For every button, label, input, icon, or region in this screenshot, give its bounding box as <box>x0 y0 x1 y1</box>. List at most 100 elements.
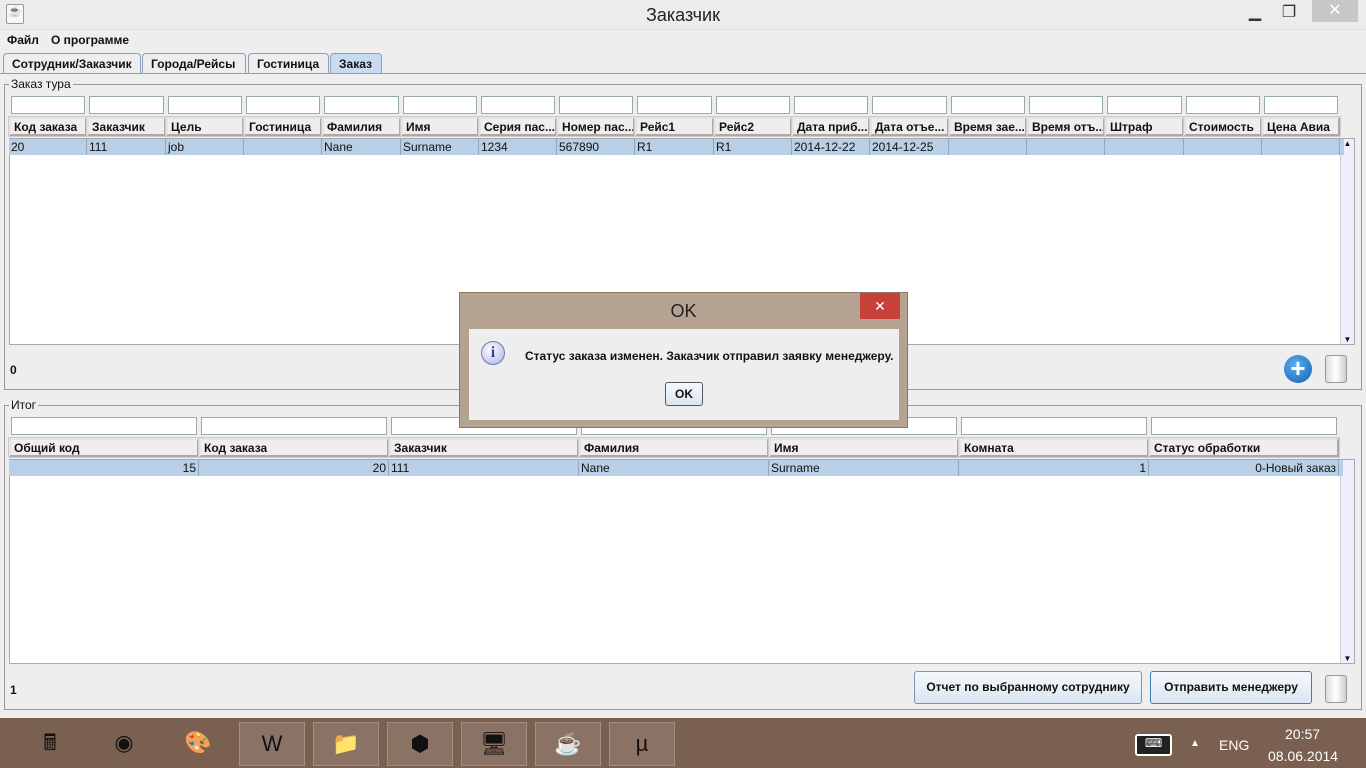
column-filter-input[interactable] <box>168 96 242 114</box>
column-header[interactable]: Фамилия <box>321 116 402 137</box>
column-header[interactable]: Статус обработки <box>1148 437 1340 458</box>
table-cell[interactable]: Nane <box>579 460 769 476</box>
column-filter-input[interactable] <box>324 96 399 114</box>
table-cell[interactable]: 2014-12-22 <box>792 139 870 155</box>
column-header[interactable]: Дата приб... <box>791 116 871 137</box>
table-cell[interactable] <box>1184 139 1262 155</box>
tab-employee-customer[interactable]: Сотрудник/Заказчик <box>3 53 141 74</box>
column-header[interactable]: Время зае... <box>948 116 1028 137</box>
column-header[interactable]: Код заказа <box>8 116 88 137</box>
column-header[interactable]: Цель <box>165 116 245 137</box>
minimize-button[interactable]: ▁ <box>1238 2 1272 26</box>
add-icon[interactable]: + <box>1284 355 1312 383</box>
column-header[interactable]: Штраф <box>1104 116 1185 137</box>
column-header[interactable]: Время отъ... <box>1026 116 1106 137</box>
calculator-icon[interactable]: 🖩 <box>17 722 83 766</box>
table-cell[interactable]: Surname <box>769 460 959 476</box>
column-filter-input[interactable] <box>246 96 320 114</box>
column-filter-input[interactable] <box>637 96 712 114</box>
table-cell[interactable]: 1 <box>959 460 1149 476</box>
column-header[interactable]: Имя <box>768 437 960 458</box>
column-filter-input[interactable] <box>11 417 197 435</box>
column-filter-input[interactable] <box>961 417 1147 435</box>
column-header[interactable]: Заказчик <box>86 116 167 137</box>
report-button[interactable]: Отчет по выбранному сотруднику <box>914 671 1142 704</box>
column-header[interactable]: Гостиница <box>243 116 323 137</box>
dialog-ok-button[interactable]: OK <box>665 382 703 406</box>
column-filter-input[interactable] <box>951 96 1025 114</box>
word-icon[interactable]: W <box>239 722 305 766</box>
table-cell[interactable] <box>1105 139 1184 155</box>
maximize-button[interactable]: ❐ <box>1272 2 1306 26</box>
column-header[interactable]: Общий код <box>8 437 200 458</box>
column-header[interactable]: Цена Авиа <box>1261 116 1341 137</box>
column-filter-input[interactable] <box>89 96 164 114</box>
virtualbox-icon[interactable]: ⬢ <box>387 722 453 766</box>
table-cell[interactable]: 111 <box>87 139 166 155</box>
column-header[interactable]: Дата отъе... <box>869 116 950 137</box>
table-cell[interactable]: 20 <box>9 139 87 155</box>
table-cell[interactable]: 1234 <box>479 139 557 155</box>
column-filter-input[interactable] <box>201 417 387 435</box>
column-filter-input[interactable] <box>794 96 868 114</box>
clock-date[interactable]: 08.06.2014 <box>1268 748 1338 764</box>
tab-order[interactable]: Заказ <box>330 53 382 74</box>
order-table-scrollbar[interactable]: ▲ ▼ <box>1340 139 1354 344</box>
table-cell[interactable] <box>1262 139 1340 155</box>
column-filter-input[interactable] <box>481 96 555 114</box>
table-cell[interactable]: R1 <box>635 139 714 155</box>
trash-icon[interactable] <box>1325 355 1347 383</box>
table-cell[interactable] <box>949 139 1027 155</box>
table-cell[interactable]: 15 <box>9 460 199 476</box>
scroll-down-icon[interactable]: ▼ <box>1341 335 1354 344</box>
explorer-icon[interactable]: 📁 <box>313 722 379 766</box>
column-filter-input[interactable] <box>11 96 85 114</box>
table-cell[interactable]: 2014-12-25 <box>870 139 949 155</box>
column-header[interactable]: Рейс2 <box>713 116 793 137</box>
column-header[interactable]: Заказчик <box>388 437 580 458</box>
keyboard-icon[interactable]: ⌨ <box>1135 734 1172 756</box>
column-header[interactable]: Фамилия <box>578 437 770 458</box>
column-header[interactable]: Серия пас... <box>478 116 558 137</box>
scroll-down-icon[interactable]: ▼ <box>1341 654 1354 663</box>
table-cell[interactable]: 20 <box>199 460 389 476</box>
table-cell[interactable]: 567890 <box>557 139 635 155</box>
remote-desktop-icon[interactable]: 🖥 <box>461 722 527 766</box>
table-cell[interactable]: R1 <box>714 139 792 155</box>
tray-arrow-icon[interactable]: ▲ <box>1190 738 1200 749</box>
trash-icon[interactable] <box>1325 675 1347 703</box>
table-cell[interactable]: 0-Новый заказ <box>1149 460 1339 476</box>
column-filter-input[interactable] <box>403 96 477 114</box>
table-cell[interactable]: job <box>166 139 244 155</box>
table-cell[interactable]: Surname <box>401 139 479 155</box>
column-header[interactable]: Рейс1 <box>634 116 715 137</box>
column-header[interactable]: Имя <box>400 116 480 137</box>
column-header[interactable]: Номер пас... <box>556 116 636 137</box>
tab-hotel[interactable]: Гостиница <box>248 53 329 74</box>
column-filter-input[interactable] <box>872 96 947 114</box>
column-filter-input[interactable] <box>1264 96 1338 114</box>
table-cell[interactable] <box>244 139 322 155</box>
column-header[interactable]: Стоимость <box>1183 116 1263 137</box>
table-cell[interactable] <box>1027 139 1105 155</box>
paint-icon[interactable]: 🎨 <box>165 722 231 766</box>
total-table-scrollbar[interactable]: ▼ <box>1340 460 1354 663</box>
close-window-button[interactable]: ✕ <box>1312 0 1358 22</box>
column-header[interactable]: Код заказа <box>198 437 390 458</box>
column-header[interactable]: Комната <box>958 437 1150 458</box>
clock-time[interactable]: 20:57 <box>1285 726 1320 742</box>
java-icon[interactable]: ☕ <box>535 722 601 766</box>
menu-file[interactable]: Файл <box>7 33 39 47</box>
column-filter-input[interactable] <box>1029 96 1103 114</box>
column-filter-input[interactable] <box>1107 96 1182 114</box>
column-filter-input[interactable] <box>559 96 633 114</box>
utorrent-icon[interactable]: µ <box>609 722 675 766</box>
dialog-close-button[interactable]: ✕ <box>860 293 900 319</box>
column-filter-input[interactable] <box>716 96 790 114</box>
column-filter-input[interactable] <box>1151 417 1337 435</box>
chrome-icon[interactable]: ◉ <box>91 722 157 766</box>
language-indicator[interactable]: ENG <box>1219 737 1249 753</box>
column-filter-input[interactable] <box>1186 96 1260 114</box>
send-to-manager-button[interactable]: Отправить менеджеру <box>1150 671 1312 704</box>
menu-about[interactable]: О программе <box>51 33 129 47</box>
